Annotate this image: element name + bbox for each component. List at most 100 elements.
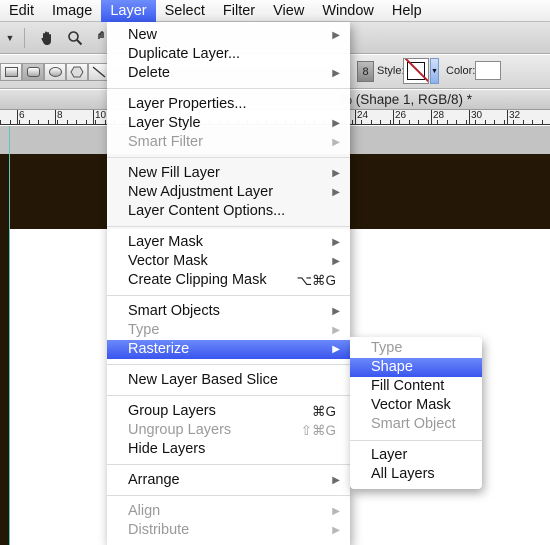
ruler-tick xyxy=(507,110,508,124)
menu-separator xyxy=(107,364,350,365)
menu-item-label: Hide Layers xyxy=(128,441,206,457)
menu-item-label: Group Layers xyxy=(128,403,216,419)
menu-item-delete[interactable]: Delete ▶ xyxy=(107,64,350,83)
menu-item-label: Vector Mask xyxy=(128,253,208,269)
menu-item-new[interactable]: New ▶ xyxy=(107,26,350,45)
menu-item-new-adjustment-layer[interactable]: New Adjustment Layer ▶ xyxy=(107,183,350,202)
menu-item-label: Arrange xyxy=(128,472,180,488)
ruler-tick xyxy=(409,120,410,124)
submenu-arrow-icon: ▶ xyxy=(332,68,340,79)
polygon-icon xyxy=(70,66,84,78)
submenu-item-type: Type xyxy=(371,340,403,356)
menu-item-arrange[interactable]: Arrange ▶ xyxy=(107,471,350,490)
menu-layer[interactable]: Layer xyxy=(101,0,156,22)
style-dropdown-arrow-icon[interactable]: ▼ xyxy=(430,58,439,84)
ruler-tick xyxy=(485,120,486,124)
zoom-tool-icon[interactable] xyxy=(65,28,85,48)
menu-item-label: Create Clipping Mask xyxy=(128,272,267,288)
ruler-label: 6 xyxy=(19,110,25,121)
menu-item-smart-objects[interactable]: Smart Objects ▶ xyxy=(107,302,350,321)
style-label: Style: xyxy=(377,65,405,77)
dropdown-arrow-icon[interactable]: ▼ xyxy=(0,28,20,48)
menu-item-new-fill-layer[interactable]: New Fill Layer ▶ xyxy=(107,164,350,183)
menu-item-group-layers[interactable]: Group Layers ⌘G xyxy=(107,402,350,421)
menu-item-hide-layers[interactable]: Hide Layers xyxy=(107,440,350,459)
submenu-item-vector-mask[interactable]: Vector Mask xyxy=(350,396,482,415)
menu-item-new-layer-based-slice[interactable]: New Layer Based Slice xyxy=(107,371,350,390)
menu-separator xyxy=(107,157,350,158)
color-label: Color: xyxy=(446,65,476,77)
menu-item-label: Rasterize xyxy=(128,341,190,357)
ruler-tick xyxy=(494,120,495,124)
color-swatch[interactable] xyxy=(475,61,501,80)
ruler-tick xyxy=(371,120,372,124)
menu-separator xyxy=(107,295,350,296)
keyboard-shortcut: ⌥⌘G xyxy=(296,273,336,288)
menu-item-label: Layer Content Options... xyxy=(128,203,286,219)
menu-item-label: New Layer Based Slice xyxy=(128,372,278,388)
menu-item-label: Delete xyxy=(128,65,170,81)
menu-edit[interactable]: Edit xyxy=(0,0,43,22)
rectangle-icon xyxy=(4,67,18,77)
menu-item-smart-filter: Smart Filter ▶ xyxy=(107,133,350,152)
menu-item-label: Type xyxy=(128,322,160,338)
menu-item-label: Layer Properties... xyxy=(128,96,247,112)
menu-item-create-clipping-mask[interactable]: Create Clipping Mask ⌥⌘G xyxy=(107,271,350,290)
menu-item-label: Distribute xyxy=(128,522,190,538)
submenu-item-layer[interactable]: Layer xyxy=(350,446,482,465)
menu-view[interactable]: View xyxy=(264,0,313,22)
style-picker[interactable] xyxy=(403,58,429,84)
ruler-tick xyxy=(55,110,56,124)
menu-help[interactable]: Help xyxy=(383,0,431,22)
ruler-label: 24 xyxy=(357,110,369,121)
menu-filter[interactable]: Filter xyxy=(214,0,264,22)
submenu-item-shape[interactable]: Shape xyxy=(350,358,482,377)
ruler-tick xyxy=(380,120,381,124)
rounded-rectangle-icon xyxy=(26,67,40,77)
menu-item-label: Layer Mask xyxy=(128,234,203,250)
menu-item-duplicate-layer[interactable]: Duplicate Layer... xyxy=(107,45,350,64)
submenu-arrow-icon: ▶ xyxy=(332,237,340,248)
menu-item-layer-content-options[interactable]: Layer Content Options... xyxy=(107,202,350,221)
polygon-shape-button[interactable] xyxy=(66,63,88,81)
keyboard-shortcut: ⌘G xyxy=(311,404,336,419)
ruler-tick xyxy=(17,110,18,124)
ellipse-shape-button[interactable] xyxy=(44,63,66,81)
menu-item-layer-properties[interactable]: Layer Properties... xyxy=(107,95,350,114)
ruler-tick xyxy=(532,120,533,124)
menu-item-label: Align xyxy=(128,503,161,519)
menu-image[interactable]: Image xyxy=(43,0,101,22)
menu-item-layer-mask[interactable]: Layer Mask ▶ xyxy=(107,233,350,252)
line-icon xyxy=(92,66,106,78)
ruler-tick xyxy=(355,110,356,124)
link-icon[interactable]: 8 xyxy=(357,61,374,82)
ruler-tick xyxy=(390,120,391,124)
menu-select[interactable]: Select xyxy=(156,0,214,22)
menu-item-label: New Fill Layer xyxy=(128,165,220,181)
menu-item-layer-style[interactable]: Layer Style ▶ xyxy=(107,114,350,133)
menu-item-rasterize[interactable]: Rasterize ▶ xyxy=(107,340,350,359)
submenu-arrow-icon: ▶ xyxy=(332,256,340,267)
menu-item-vector-mask[interactable]: Vector Mask ▶ xyxy=(107,252,350,271)
submenu-item-fill-content[interactable]: Fill Content xyxy=(350,377,482,396)
submenu-arrow-icon: ▶ xyxy=(332,137,340,148)
vertical-guide[interactable] xyxy=(9,126,10,545)
menu-item-align: Align ▶ xyxy=(107,502,350,521)
submenu-arrow-icon: ▶ xyxy=(332,306,340,317)
menu-item-label: Ungroup Layers xyxy=(128,422,232,438)
menu-separator xyxy=(107,395,350,396)
rectangle-shape-button[interactable] xyxy=(0,63,22,81)
menu-window[interactable]: Window xyxy=(313,0,383,22)
menu-separator xyxy=(107,88,350,89)
rounded-rectangle-shape-button[interactable] xyxy=(22,63,44,81)
menu-separator xyxy=(107,464,350,465)
ruler-tick xyxy=(466,120,467,124)
hand-tool-icon[interactable] xyxy=(37,28,57,48)
submenu-arrow-icon: ▶ xyxy=(332,344,340,355)
submenu-item-all-layers[interactable]: All Layers xyxy=(350,465,482,484)
ruler-tick xyxy=(67,120,68,124)
ruler-tick xyxy=(447,120,448,124)
ruler-tick xyxy=(418,120,419,124)
menu-item-label: Smart Objects xyxy=(128,303,220,319)
ellipse-icon xyxy=(48,67,62,77)
